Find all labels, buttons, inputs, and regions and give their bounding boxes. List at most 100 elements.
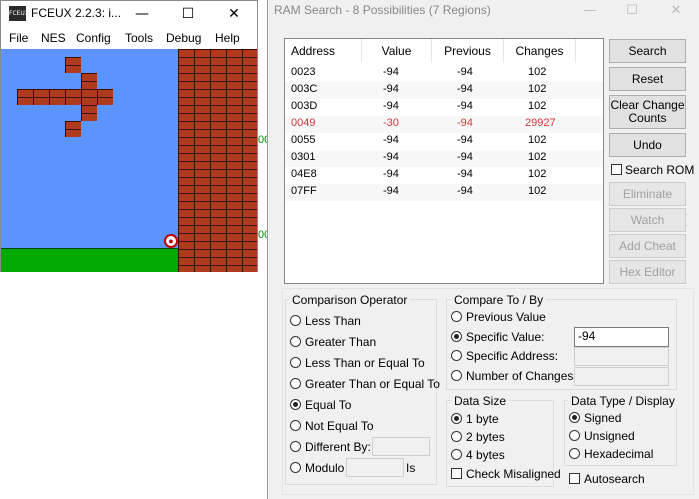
cell-address: 003C [291, 83, 318, 95]
radio-number-of-changes[interactable] [451, 370, 462, 381]
radio-specific-value[interactable] [451, 331, 462, 342]
menu-file[interactable]: File [9, 31, 28, 45]
cell-previous: -94 [457, 100, 473, 112]
data-size-title: Data Size [451, 394, 510, 408]
radio-greater-than[interactable] [290, 336, 301, 347]
radio-previous-value[interactable] [451, 311, 462, 322]
maximize-button[interactable]: ☐ [165, 1, 211, 27]
compare-to-title: Compare To / By [451, 293, 547, 307]
radio-less-than[interactable] [290, 315, 301, 326]
reset-button[interactable]: Reset [609, 67, 686, 91]
fceux-titlebar[interactable]: FCEUX FCEUX 2.2.3: i... — ☐ ✕ [1, 1, 257, 27]
cell-value: -94 [383, 185, 399, 197]
menu-nes[interactable]: NES [41, 31, 66, 45]
cell-previous: -94 [457, 151, 473, 163]
radio-different-by[interactable] [290, 441, 301, 452]
specific-address-input[interactable] [574, 347, 669, 366]
cell-value: -30 [383, 117, 399, 129]
ram-titlebar[interactable]: RAM Search - 8 Possibilities (7 Regions)… [268, 0, 699, 22]
minimize-button[interactable]: — [119, 1, 165, 27]
menu-debug[interactable]: Debug [166, 31, 201, 45]
cell-changes: 102 [528, 151, 547, 163]
column-header-address[interactable]: Address [285, 39, 362, 63]
clear-change-counts-button[interactable]: Clear Change Counts [609, 95, 686, 129]
radio-label: Signed [584, 411, 622, 425]
radio-label: Unsigned [584, 429, 635, 443]
cell-changes: 102 [528, 134, 547, 146]
radio-label: Less Than [305, 314, 361, 328]
cell-address: 07FF [291, 185, 317, 197]
radio-2-bytes[interactable] [451, 431, 462, 442]
number-of-changes-input[interactable] [574, 367, 669, 386]
radio-hexadecimal[interactable] [569, 448, 580, 459]
results-list[interactable]: Address Value Previous Changes 0023 -94 … [284, 38, 604, 284]
column-header-changes[interactable]: Changes [504, 39, 576, 63]
radio-label: 1 byte [466, 412, 499, 426]
watch-button[interactable]: Watch [609, 208, 686, 232]
minimize-button[interactable]: — [570, 0, 610, 22]
cell-changes: 29927 [525, 117, 556, 129]
check-misaligned-checkbox[interactable] [451, 468, 462, 479]
cell-address: 0055 [291, 134, 316, 146]
add-cheat-button[interactable]: Add Cheat [609, 234, 686, 258]
menu-tools[interactable]: Tools [125, 31, 153, 45]
radio-4-bytes[interactable] [451, 449, 462, 460]
different-by-input[interactable] [372, 437, 430, 456]
fceux-app-icon: FCEUX [9, 6, 29, 21]
table-row[interactable]: 0301 -94 -94 102 [285, 150, 603, 167]
table-row[interactable]: 003D -94 -94 102 [285, 99, 603, 116]
cell-previous: -94 [457, 117, 473, 129]
table-row[interactable]: 0023 -94 -94 102 [285, 65, 603, 82]
radio-label: Greater Than or Equal To [305, 377, 440, 391]
brick-row [17, 89, 113, 105]
eliminate-button[interactable]: Eliminate [609, 182, 686, 206]
radio-modulo[interactable] [290, 462, 301, 473]
radio-signed[interactable] [569, 412, 580, 423]
column-header-value[interactable]: Value [362, 39, 432, 63]
close-button[interactable]: ✕ [656, 0, 696, 22]
autosearch-checkbox[interactable] [569, 473, 580, 484]
cell-value: -94 [383, 134, 399, 146]
table-row[interactable]: 0055 -94 -94 102 [285, 133, 603, 150]
radio-label: Less Than or Equal To [305, 356, 425, 370]
radio-not-equal-to[interactable] [290, 420, 301, 431]
close-button[interactable]: ✕ [211, 1, 257, 27]
ground [1, 248, 178, 272]
radio-specific-address[interactable] [451, 350, 462, 361]
ram-search-window: RAM Search - 8 Possibilities (7 Regions)… [267, 0, 699, 499]
hex-editor-button[interactable]: Hex Editor [609, 260, 686, 284]
column-header-previous[interactable]: Previous [432, 39, 504, 63]
menu-config[interactable]: Config [76, 31, 111, 45]
cell-value: -94 [383, 66, 399, 78]
radio-label: 2 bytes [466, 430, 505, 444]
radio-1-byte[interactable] [451, 413, 462, 424]
undo-button[interactable]: Undo [609, 133, 686, 157]
menu-help[interactable]: Help [215, 31, 240, 45]
table-row-highlighted[interactable]: 0049 -30 -94 29927 [285, 116, 603, 133]
cell-address: 0049 [291, 117, 316, 129]
player-sprite-icon: ● [164, 234, 178, 248]
search-button[interactable]: Search [609, 39, 686, 63]
radio-unsigned[interactable] [569, 430, 580, 441]
modulo-input[interactable] [346, 458, 404, 477]
radio-label: Specific Address: [466, 349, 559, 363]
table-row[interactable]: 04E8 -94 -94 102 [285, 167, 603, 184]
cell-previous: -94 [457, 134, 473, 146]
radio-equal-to[interactable] [290, 399, 301, 410]
specific-value-input[interactable]: -94 [574, 327, 669, 347]
ram-title: RAM Search - 8 Possibilities (7 Regions) [274, 3, 491, 17]
cell-address: 003D [291, 100, 318, 112]
search-rom-checkbox[interactable] [611, 164, 622, 175]
cell-changes: 102 [528, 168, 547, 180]
radio-label: Not Equal To [305, 419, 374, 433]
cell-address: 0301 [291, 151, 316, 163]
cell-previous: -94 [457, 83, 473, 95]
game-screen[interactable]: ● [1, 49, 257, 272]
radio-less-than-or-equal[interactable] [290, 357, 301, 368]
table-row[interactable]: 003C -94 -94 102 [285, 82, 603, 99]
table-row[interactable]: 07FF -94 -94 102 [285, 184, 603, 201]
radio-label: Hexadecimal [584, 447, 654, 461]
maximize-button[interactable]: ☐ [612, 0, 652, 22]
radio-greater-than-or-equal[interactable] [290, 378, 301, 389]
cell-address: 04E8 [291, 168, 317, 180]
